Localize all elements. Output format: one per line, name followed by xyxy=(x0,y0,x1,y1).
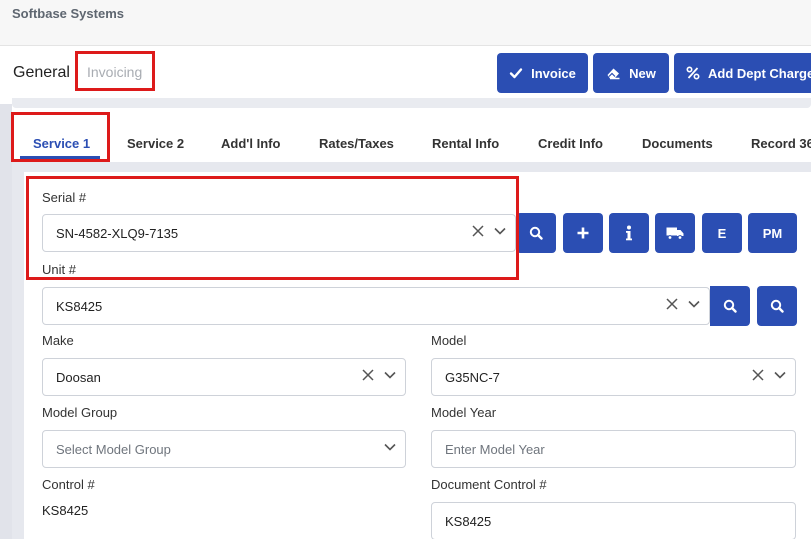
info-icon xyxy=(626,225,632,241)
serial-delivery-button[interactable] xyxy=(655,213,695,253)
add-dept-charges-label: Add Dept Charges xyxy=(708,65,811,81)
breadcrumb-invoicing[interactable]: Invoicing xyxy=(87,64,142,80)
clear-icon[interactable] xyxy=(361,368,375,382)
truck-icon xyxy=(666,227,684,240)
model-group-placeholder: Select Model Group xyxy=(56,442,171,457)
tab-addl-info[interactable]: Add'l Info xyxy=(221,136,280,151)
active-tab-indicator xyxy=(20,156,100,159)
tab-record-360[interactable]: Record 360 xyxy=(751,136,811,151)
document-control-input[interactable]: KS8425 xyxy=(431,502,796,539)
document-control-value: KS8425 xyxy=(445,514,492,529)
serial-search-button[interactable] xyxy=(516,213,556,253)
unit-label: Unit # xyxy=(42,262,76,277)
add-dept-charges-button[interactable]: Add Dept Charges xyxy=(674,53,811,93)
left-gutter xyxy=(0,104,12,539)
serial-value: SN-4582-XLQ9-7135 xyxy=(56,226,179,241)
serial-pm-button[interactable]: PM xyxy=(748,213,797,253)
tab-credit-info[interactable]: Credit Info xyxy=(538,136,603,151)
document-control-label: Document Control # xyxy=(431,477,547,492)
control-label: Control # xyxy=(42,477,95,492)
chevron-down-icon[interactable] xyxy=(383,368,397,382)
model-select[interactable]: G35NC-7 xyxy=(431,358,796,396)
search-icon xyxy=(723,299,737,313)
model-value: G35NC-7 xyxy=(445,370,500,385)
control-value: KS8425 xyxy=(42,503,89,518)
clear-icon[interactable] xyxy=(471,224,485,238)
invoice-button-label: Invoice xyxy=(531,65,576,81)
model-group-select[interactable]: Select Model Group xyxy=(42,430,406,468)
serial-label: Serial # xyxy=(42,190,87,205)
check-icon xyxy=(509,68,523,79)
unit-select[interactable]: KS8425 xyxy=(42,287,710,325)
header-divider xyxy=(12,98,811,108)
serial-select[interactable]: SN-4582-XLQ9-7135 xyxy=(42,214,516,252)
model-group-label: Model Group xyxy=(42,405,118,420)
tab-service-1[interactable]: Service 1 xyxy=(33,136,90,151)
unit-lookup-button[interactable] xyxy=(757,286,797,326)
search-icon xyxy=(529,226,543,240)
clear-icon[interactable] xyxy=(751,368,765,382)
invoice-button[interactable]: Invoice xyxy=(497,53,588,93)
eraser-icon xyxy=(607,68,620,80)
tab-rates-taxes[interactable]: Rates/Taxes xyxy=(319,136,394,151)
breadcrumb-general[interactable]: General xyxy=(13,64,70,82)
serial-add-button[interactable] xyxy=(563,213,603,253)
plus-icon xyxy=(577,227,589,239)
search-icon xyxy=(770,299,784,313)
chevron-down-icon[interactable] xyxy=(493,224,507,238)
clear-icon[interactable] xyxy=(665,297,679,311)
model-label: Model xyxy=(431,333,467,348)
serial-info-button[interactable] xyxy=(609,213,649,253)
model-year-label: Model Year xyxy=(431,405,497,420)
tab-rental-info[interactable]: Rental Info xyxy=(432,136,499,151)
chevron-down-icon[interactable] xyxy=(383,440,397,454)
new-button[interactable]: New xyxy=(593,53,669,93)
tab-service-2[interactable]: Service 2 xyxy=(127,136,184,151)
unit-search-button[interactable] xyxy=(710,286,750,326)
make-value: Doosan xyxy=(56,370,101,385)
model-year-placeholder: Enter Model Year xyxy=(445,442,545,457)
make-select[interactable]: Doosan xyxy=(42,358,406,396)
new-button-label: New xyxy=(629,65,656,81)
brand-name: Softbase Systems xyxy=(12,6,124,21)
percent-icon xyxy=(686,66,700,80)
top-bar: Softbase Systems xyxy=(0,0,811,46)
serial-e-button[interactable]: E xyxy=(702,213,742,253)
model-year-input[interactable]: Enter Model Year xyxy=(431,430,796,468)
tab-documents[interactable]: Documents xyxy=(642,136,713,151)
make-label: Make xyxy=(42,333,74,348)
chevron-down-icon[interactable] xyxy=(773,368,787,382)
chevron-down-icon[interactable] xyxy=(687,297,701,311)
unit-value: KS8425 xyxy=(56,299,103,314)
